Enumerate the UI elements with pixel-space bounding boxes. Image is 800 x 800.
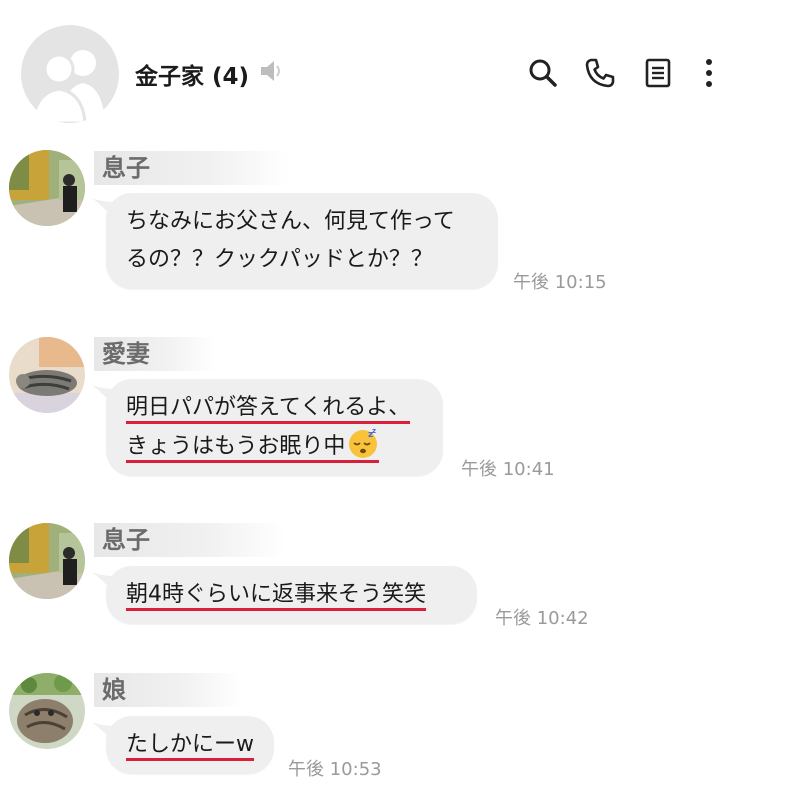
notes-icon[interactable] [641, 56, 675, 90]
son-avatar[interactable] [9, 523, 85, 599]
underlined-text-content: きょうはもうお眠り中 [126, 434, 346, 459]
message-text-line: るの？？クックパッドとか？？ [126, 247, 433, 272]
chat-header: 金子家 (4) [0, 0, 800, 140]
timestamp: 午後 10:15 [513, 272, 607, 293]
wife-avatar-cat[interactable] [9, 337, 85, 413]
message-text-line: きょうはもうお眠り中 z z [126, 427, 423, 466]
sleeping-face-emoji: zz [349, 427, 378, 458]
more-vertical-icon[interactable] [692, 56, 726, 90]
timestamp: 午後 10:41 [461, 459, 555, 480]
search-icon[interactable] [526, 56, 560, 90]
underlined-text: たしかにーw [126, 732, 254, 761]
son-avatar[interactable] [9, 150, 85, 226]
speaker-muted-icon [259, 58, 283, 90]
message-text-line: 明日パパが答えてくれるよ、 [126, 389, 423, 427]
chat-title-text: 金子家 (4) [135, 64, 250, 90]
sender-name: 息子 [94, 523, 286, 557]
message-bubble[interactable]: たしかにーw [106, 716, 274, 774]
daughter-avatar-cat[interactable] [9, 673, 85, 749]
message-bubble[interactable]: ちなみにお父さん、何見て作って るの？？クックパッドとか？？ [106, 193, 498, 289]
message-text-line: たしかにーw [126, 726, 254, 764]
chat-title[interactable]: 金子家 (4) [135, 56, 283, 92]
group-avatar[interactable] [21, 25, 119, 123]
phone-icon[interactable] [583, 56, 617, 90]
message-bubble[interactable]: 明日パパが答えてくれるよ、 きょうはもうお眠り中 z z [106, 379, 443, 476]
timestamp: 午後 10:42 [495, 608, 589, 629]
sender-name: 娘 [94, 673, 242, 707]
sender-name: 息子 [94, 151, 290, 185]
message-bubble[interactable]: 朝4時ぐらいに返事来そう笑笑 [106, 566, 477, 624]
sender-name: 愛妻 [94, 337, 215, 371]
message-text-line: 朝4時ぐらいに返事来そう笑笑 [126, 576, 457, 614]
svg-text:z: z [372, 427, 376, 435]
timestamp: 午後 10:53 [288, 759, 382, 780]
message-text-line: ちなみにお父さん、何見て作って [126, 209, 455, 234]
underlined-text: きょうはもうお眠り中 z z [126, 427, 380, 463]
underlined-text: 朝4時ぐらいに返事来そう笑笑 [126, 582, 426, 611]
underlined-text: 明日パパが答えてくれるよ、 [126, 395, 411, 424]
